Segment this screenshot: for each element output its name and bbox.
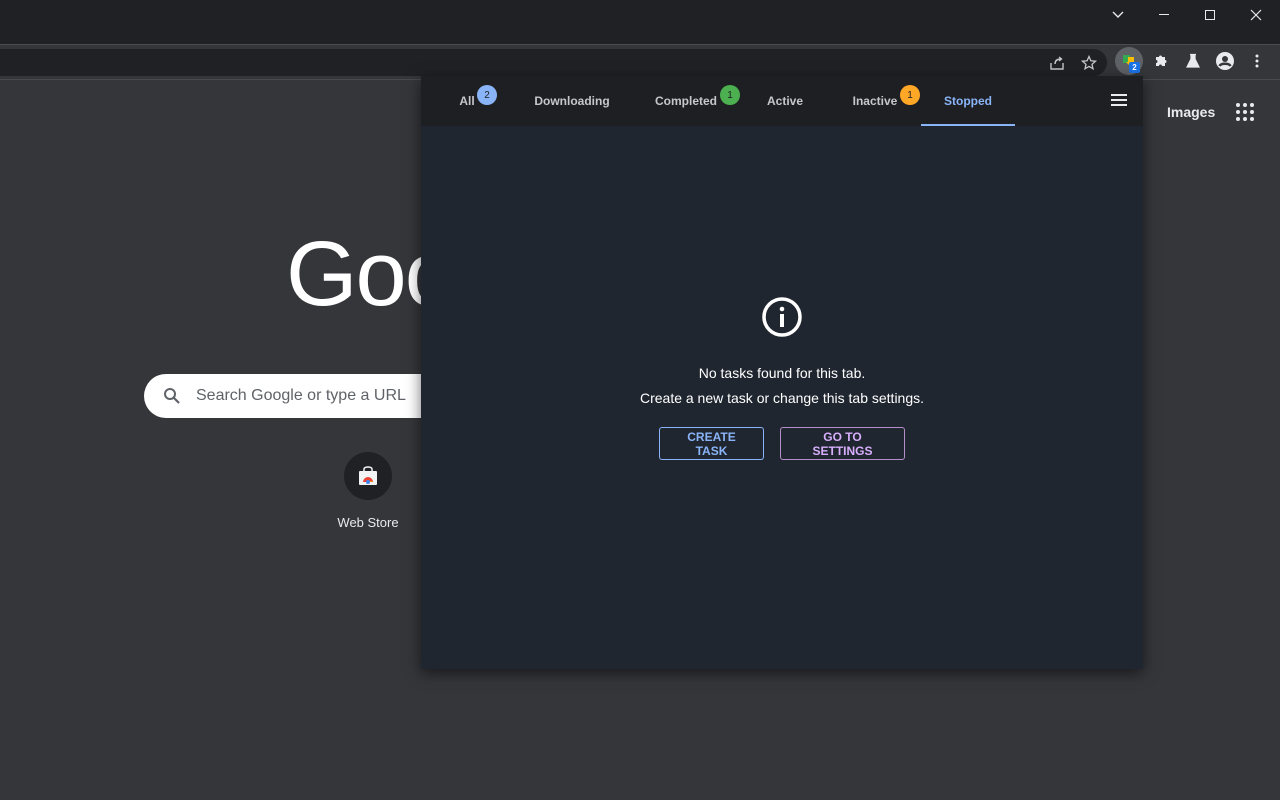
tab-label: Stopped: [944, 94, 992, 108]
extension-badge: 2: [1129, 62, 1140, 73]
minimize-button[interactable]: [1141, 0, 1187, 30]
tab-downloading[interactable]: Downloading: [527, 76, 617, 126]
shortcut-web-store[interactable]: Web Store: [328, 452, 408, 530]
tab-active[interactable]: Active: [761, 76, 809, 126]
tab-label: Inactive: [852, 94, 898, 108]
close-button[interactable]: [1233, 0, 1279, 30]
download-extension-button[interactable]: 2: [1115, 47, 1143, 75]
tab-label: Active: [766, 94, 804, 108]
browser-menu-button[interactable]: [1243, 47, 1271, 75]
tab-completed-count-badge: 1: [720, 85, 740, 105]
flask-icon: [1186, 53, 1200, 68]
download-manager-popup: All 2 Downloading Completed 1 Active Ina…: [421, 76, 1143, 669]
web-store-tile[interactable]: [344, 452, 392, 500]
tab-stopped[interactable]: Stopped: [921, 76, 1015, 126]
empty-state: No tasks found for this tab. Create a ne…: [421, 296, 1143, 460]
popup-tab-bar: All 2 Downloading Completed 1 Active Ina…: [421, 76, 1143, 126]
puzzle-icon: [1156, 55, 1167, 66]
empty-subtitle: Create a new task or change this tab set…: [639, 390, 925, 406]
close-icon: [1250, 9, 1262, 21]
web-store-icon: [359, 466, 377, 485]
tab-completed[interactable]: Completed: [647, 76, 725, 126]
shortcut-label: Web Store: [337, 515, 399, 530]
images-link[interactable]: Images: [1167, 104, 1215, 120]
profile-button[interactable]: [1211, 47, 1239, 75]
title-bar: [0, 0, 1280, 44]
tab-label: Downloading: [534, 94, 610, 108]
chevron-down-icon: [1112, 11, 1124, 18]
maximize-button[interactable]: [1187, 0, 1233, 30]
browser-toolbar: 2: [0, 44, 1280, 79]
tab-inactive-count-badge: 1: [900, 85, 920, 105]
tab-all-count-badge: 2: [477, 85, 497, 105]
labs-button[interactable]: [1179, 47, 1207, 75]
tab-label: Completed: [654, 94, 717, 108]
empty-actions: CREATE TASK GO TO SETTINGS: [421, 427, 1143, 460]
go-to-settings-button[interactable]: GO TO SETTINGS: [780, 427, 905, 460]
kebab-menu-icon: [1255, 54, 1259, 68]
create-task-button[interactable]: CREATE TASK: [659, 427, 764, 460]
info-icon: [762, 297, 802, 337]
apps-grid-icon[interactable]: [1236, 103, 1254, 121]
hamburger-menu-icon[interactable]: [1111, 94, 1127, 106]
empty-title: No tasks found for this tab.: [698, 365, 866, 381]
address-bar[interactable]: [0, 49, 1107, 76]
tab-inactive[interactable]: Inactive: [845, 76, 905, 126]
tab-search-button[interactable]: [1095, 0, 1141, 30]
extensions-button[interactable]: [1147, 47, 1175, 75]
share-icon[interactable]: [1048, 54, 1066, 72]
search-icon: [164, 388, 180, 404]
minimize-icon: [1159, 14, 1169, 15]
profile-icon: [1216, 52, 1234, 70]
star-icon[interactable]: [1080, 54, 1098, 72]
maximize-icon: [1205, 10, 1215, 20]
tab-label: All: [459, 94, 475, 108]
